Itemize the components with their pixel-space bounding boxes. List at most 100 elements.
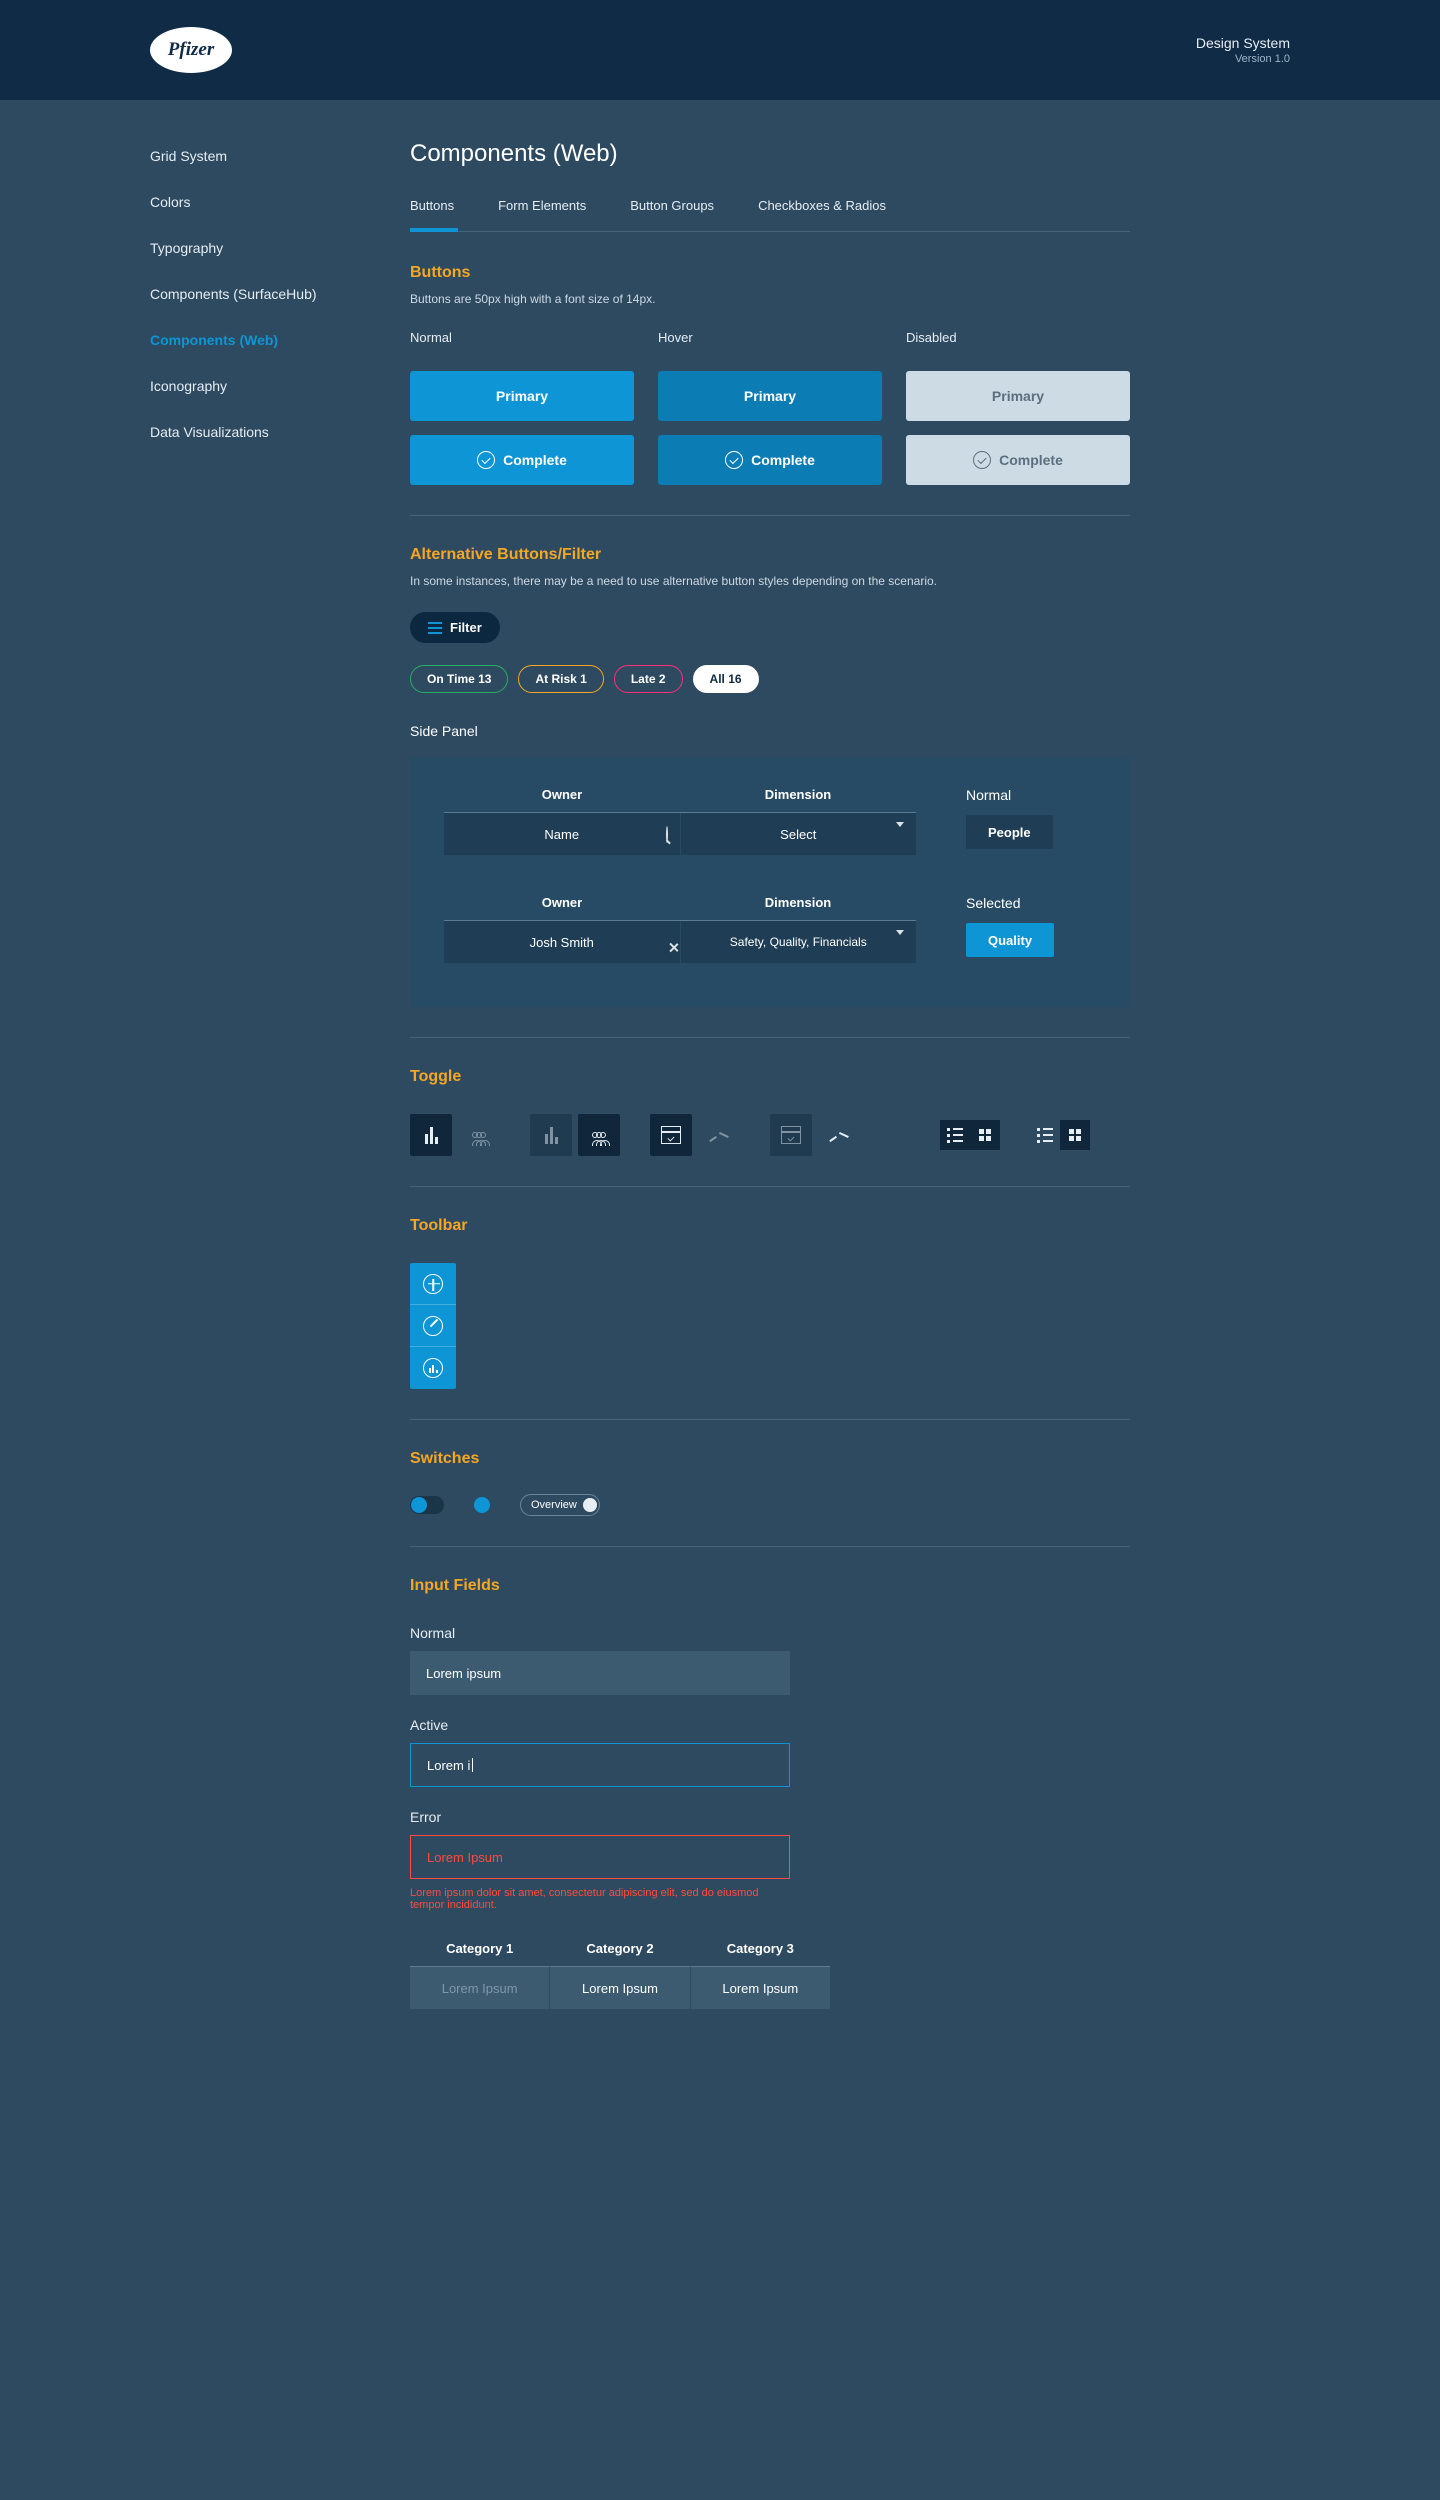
section-title-toggle: Toggle <box>410 1068 1130 1086</box>
owner-value-selected[interactable]: Josh Smith <box>444 921 681 963</box>
category-cell-1[interactable]: Lorem Ipsum <box>410 1967 550 2009</box>
mini-grid-on-2[interactable] <box>1060 1120 1090 1150</box>
plus-circle-icon <box>423 1274 443 1294</box>
panel-header-owner: Owner <box>444 787 680 812</box>
pill-at-risk[interactable]: At Risk 1 <box>518 665 603 693</box>
input-label-error: Error <box>410 1809 1130 1825</box>
sidebar-item-typography[interactable]: Typography <box>150 240 410 256</box>
tab-form-elements[interactable]: Form Elements <box>498 198 586 231</box>
toggle-people-alt[interactable] <box>578 1114 620 1156</box>
check-circle-icon <box>725 451 743 469</box>
sidebar-item-grid[interactable]: Grid System <box>150 148 410 164</box>
panel-header-dimension: Dimension <box>680 787 916 812</box>
dimension-select-selected[interactable]: Safety, Quality, Financials <box>681 921 917 963</box>
pill-late[interactable]: Late 2 <box>614 665 683 693</box>
switch-knob-icon <box>583 1498 597 1512</box>
category-cell-3[interactable]: Lorem Ipsum <box>691 1967 830 2009</box>
grid-icon <box>979 1129 991 1141</box>
toolbar-edit-button[interactable] <box>410 1305 456 1347</box>
pill-all[interactable]: All 16 <box>693 665 759 693</box>
toolbar-add-button[interactable] <box>410 1263 456 1305</box>
list-icon <box>947 1128 963 1143</box>
people-icon <box>593 1132 605 1138</box>
section-title-toolbar: Toolbar <box>410 1217 1130 1235</box>
overview-switch[interactable]: Overview <box>520 1494 600 1516</box>
category-cell-2[interactable]: Lorem Ipsum <box>550 1967 690 2009</box>
chip-quality-selected[interactable]: Quality <box>966 923 1054 957</box>
text-input-error[interactable] <box>410 1835 790 1879</box>
complete-button-hover[interactable]: Complete <box>658 435 882 485</box>
toggle-line-off[interactable] <box>698 1114 740 1156</box>
filter-icon <box>428 622 442 634</box>
panel-header-owner: Owner <box>444 895 680 920</box>
vertical-toolbar <box>410 1263 456 1389</box>
panel-header-dimension: Dimension <box>680 895 916 920</box>
switch-indicator-on[interactable] <box>474 1497 490 1513</box>
bar-chart-icon <box>545 1127 558 1144</box>
complete-button-normal[interactable]: Complete <box>410 435 634 485</box>
category-table: Category 1 Category 2 Category 3 Lorem I… <box>410 1941 830 2009</box>
chart-circle-icon <box>423 1358 443 1378</box>
brand-logo: Pfizer <box>150 27 232 73</box>
side-panel-demo: Owner Dimension Name Select <box>410 757 1130 1007</box>
sidebar-item-colors[interactable]: Colors <box>150 194 410 210</box>
sidebar-item-iconography[interactable]: Iconography <box>150 378 410 394</box>
check-circle-icon <box>477 451 495 469</box>
tab-buttons[interactable]: Buttons <box>410 198 454 231</box>
toggle-bars-on[interactable] <box>410 1114 452 1156</box>
category-header-3: Category 3 <box>690 1941 830 1967</box>
divider <box>410 1186 1130 1187</box>
check-circle-icon <box>973 451 991 469</box>
mini-toggle-list-grid-2 <box>1030 1120 1090 1150</box>
header-meta: Design System Version 1.0 <box>1196 35 1290 65</box>
category-header-1: Category 1 <box>410 1941 549 1967</box>
toggle-group-bars-people-alt <box>530 1114 620 1156</box>
section-desc-buttons: Buttons are 50px high with a font size o… <box>410 292 1130 306</box>
mini-list-off[interactable] <box>1030 1120 1060 1150</box>
header-title: Design System <box>1196 35 1290 51</box>
primary-button-hover[interactable]: Primary <box>658 371 882 421</box>
side-panel-heading: Side Panel <box>410 723 1130 739</box>
filter-button[interactable]: Filter <box>410 612 500 643</box>
toggle-calendar-on[interactable] <box>650 1114 692 1156</box>
category-header-2: Category 2 <box>549 1941 689 1967</box>
text-input-normal[interactable] <box>410 1651 790 1695</box>
toolbar-chart-button[interactable] <box>410 1347 456 1389</box>
sidebar-item-data-viz[interactable]: Data Visualizations <box>150 424 410 440</box>
divider <box>410 515 1130 516</box>
toggle-calendar-dim[interactable] <box>770 1114 812 1156</box>
dimension-select[interactable]: Select <box>681 813 917 855</box>
toggle-bars-alt[interactable] <box>530 1114 572 1156</box>
section-title-alt: Alternative Buttons/Filter <box>410 546 1130 564</box>
mini-grid-on[interactable] <box>970 1120 1000 1150</box>
section-title-switches: Switches <box>410 1450 1130 1468</box>
primary-button-disabled: Primary <box>906 371 1130 421</box>
sidebar-item-components-web[interactable]: Components (Web) <box>150 332 410 348</box>
mini-list-on[interactable] <box>940 1120 970 1150</box>
tab-button-groups[interactable]: Button Groups <box>630 198 714 231</box>
tab-checkboxes-radios[interactable]: Checkboxes & Radios <box>758 198 886 231</box>
button-state-disabled-label: Disabled <box>906 330 1130 345</box>
switch-off[interactable] <box>410 1496 444 1514</box>
primary-button-normal[interactable]: Primary <box>410 371 634 421</box>
button-state-normal-label: Normal <box>410 330 634 345</box>
divider <box>410 1546 1130 1547</box>
owner-search-input[interactable]: Name <box>444 813 681 855</box>
toggle-people-off[interactable] <box>458 1114 500 1156</box>
mini-toggle-list-grid-1 <box>940 1120 1000 1150</box>
button-state-hover-label: Hover <box>658 330 882 345</box>
chip-people-normal[interactable]: People <box>966 815 1053 849</box>
toggle-group-cal-line-2 <box>770 1114 860 1156</box>
grid-icon <box>1069 1129 1081 1141</box>
complete-button-disabled: Complete <box>906 435 1130 485</box>
toggle-line-on[interactable] <box>818 1114 860 1156</box>
section-title-inputs: Input Fields <box>410 1577 1130 1595</box>
text-cursor-icon <box>472 1758 473 1772</box>
app-header: Pfizer Design System Version 1.0 <box>0 0 1440 100</box>
text-input-active[interactable]: Lorem i <box>410 1743 790 1787</box>
sidebar-item-components-surfacehub[interactable]: Components (SurfaceHub) <box>150 286 410 302</box>
edit-circle-icon <box>423 1316 443 1336</box>
pill-on-time[interactable]: On Time 13 <box>410 665 508 693</box>
panel-state-selected: Selected <box>966 895 1096 911</box>
line-chart-icon <box>709 1128 729 1142</box>
